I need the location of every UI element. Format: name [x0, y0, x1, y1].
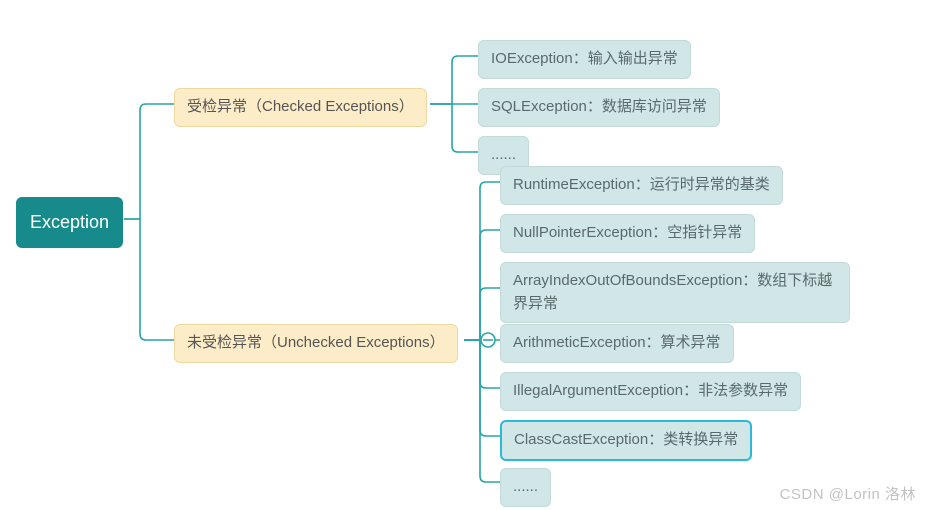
leaf-unchecked-more[interactable]: ......	[500, 468, 551, 507]
leaf-arrayindexoutofbounds[interactable]: ArrayIndexOutOfBoundsException：数组下标越界异常	[500, 262, 850, 323]
leaf-nullpointerexception[interactable]: NullPointerException：空指针异常	[500, 214, 755, 253]
branch-unchecked-exceptions[interactable]: 未受检异常（Unchecked Exceptions）	[174, 324, 458, 363]
root-node-exception[interactable]: Exception	[16, 197, 123, 248]
leaf-illegalargumentexception[interactable]: IllegalArgumentException：非法参数异常	[500, 372, 801, 411]
branch-checked-exceptions[interactable]: 受检异常（Checked Exceptions）	[174, 88, 427, 127]
mindmap-canvas: Exception 受检异常（Checked Exceptions） IOExc…	[0, 0, 928, 510]
leaf-runtimeexception[interactable]: RuntimeException：运行时异常的基类	[500, 166, 783, 205]
watermark: CSDN @Lorin 洛林	[780, 483, 916, 504]
leaf-classcastexception[interactable]: ClassCastException：类转换异常	[500, 420, 752, 461]
leaf-ioexception[interactable]: IOException：输入输出异常	[478, 40, 691, 79]
leaf-sqlexception[interactable]: SQLException：数据库访问异常	[478, 88, 720, 127]
connector-lines	[0, 0, 928, 510]
leaf-arithmeticexception[interactable]: ArithmeticException：算术异常	[500, 324, 734, 363]
